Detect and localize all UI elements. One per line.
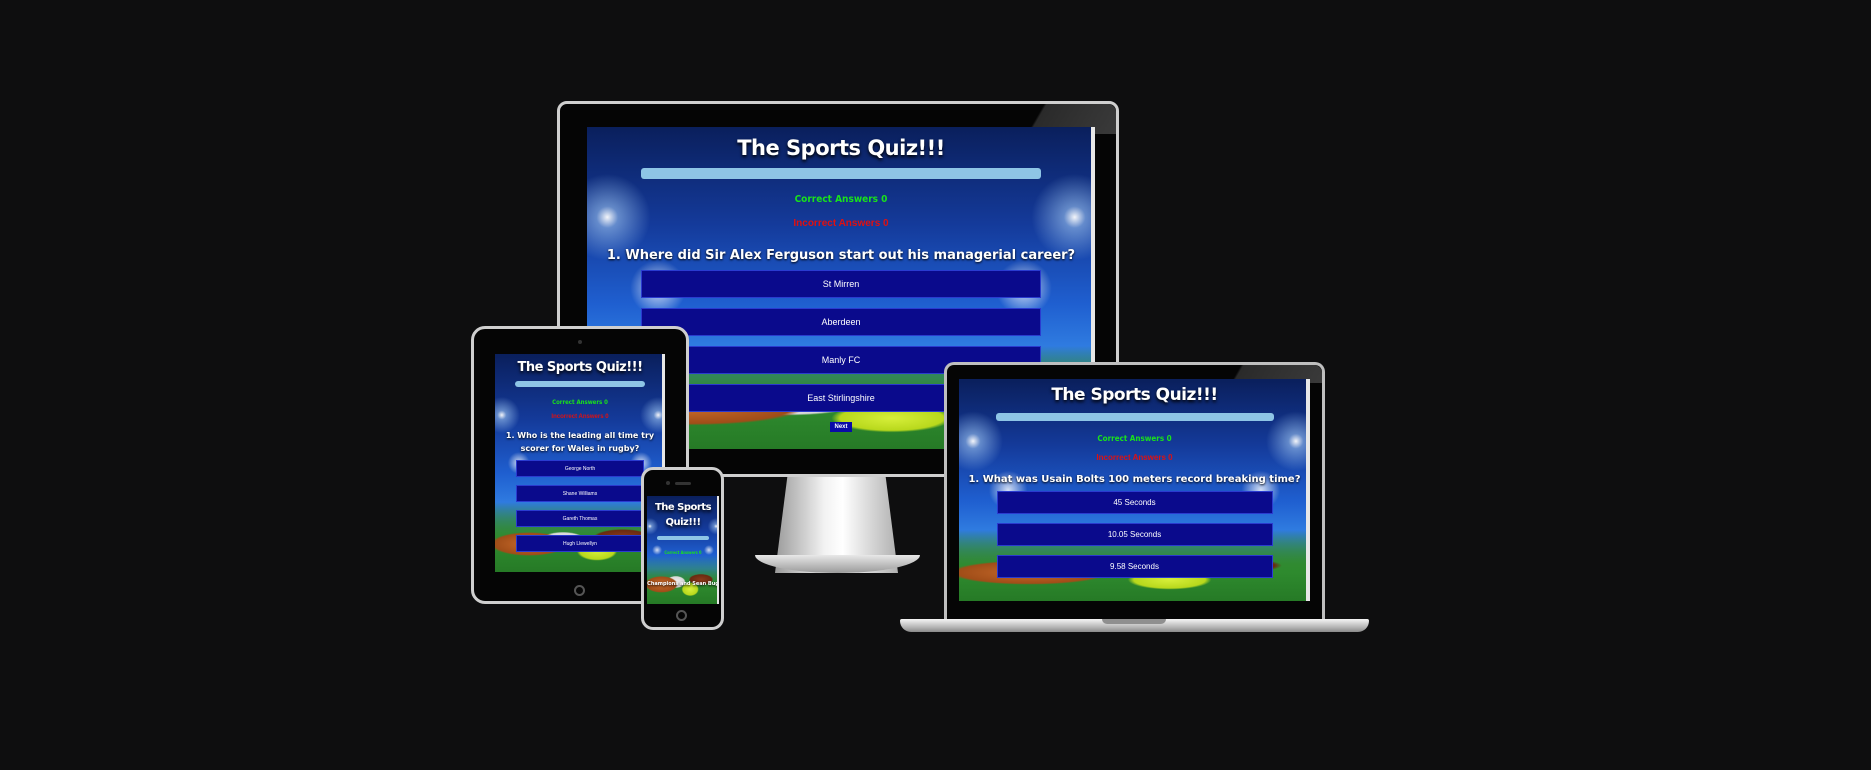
scrollbar[interactable] xyxy=(1306,379,1310,601)
speaker-icon xyxy=(675,482,691,485)
phone-screen: The Sports Quiz!!! Correct Answers 0 Cha… xyxy=(647,496,719,604)
page-title: The Sports Quiz!!! xyxy=(1051,385,1218,405)
correct-answers-counter: Correct Answers 0 xyxy=(664,550,702,555)
progress-bar xyxy=(657,536,709,540)
correct-answers-counter: Correct Answers 0 xyxy=(552,399,608,406)
incorrect-answers-counter: Incorrect Answers 0 xyxy=(1096,453,1173,462)
laptop-notch xyxy=(1102,619,1166,624)
camera-icon xyxy=(578,340,582,344)
next-button[interactable]: Next xyxy=(830,422,852,432)
progress-bar xyxy=(515,381,645,387)
progress-bar xyxy=(641,168,1041,179)
answer-button[interactable]: Hugh Llewellyn xyxy=(516,535,644,552)
question-text: 1. What was Usain Bolts 100 meters recor… xyxy=(968,474,1301,485)
question-text: 1. Who is the leading all time try score… xyxy=(505,431,655,453)
answer-button[interactable]: Aberdeen xyxy=(641,308,1041,336)
home-button[interactable] xyxy=(676,610,687,621)
answer-button[interactable]: Shane Williams xyxy=(516,485,644,502)
correct-answers-counter: Correct Answers 0 xyxy=(1097,434,1172,443)
laptop: The Sports Quiz!!! Correct Answers 0 Inc… xyxy=(944,362,1325,619)
answer-button[interactable]: 9.58 Seconds xyxy=(996,555,1273,578)
incorrect-answers-counter: Incorrect Answers 0 xyxy=(551,414,609,420)
answer-button[interactable]: 10.05 Seconds xyxy=(996,523,1273,546)
phone: The Sports Quiz!!! Correct Answers 0 Cha… xyxy=(641,467,724,630)
answer-button[interactable]: St Mirren xyxy=(641,270,1041,298)
scrollbar[interactable] xyxy=(717,496,719,604)
phone-quiz: The Sports Quiz!!! Correct Answers 0 Cha… xyxy=(647,496,719,604)
answer-button[interactable]: Gareth Thomas xyxy=(516,510,644,527)
correct-answers-counter: Correct Answers 0 xyxy=(794,194,888,205)
laptop-screen: The Sports Quiz!!! Correct Answers 0 Inc… xyxy=(959,379,1310,601)
answer-button[interactable]: 45 Seconds xyxy=(996,491,1273,514)
home-button[interactable] xyxy=(574,585,585,596)
page-title: The Sports Quiz!!! xyxy=(654,502,712,528)
tablet-quiz: The Sports Quiz!!! Correct Answers 0 Inc… xyxy=(495,354,665,572)
question-text: 1. Where did Sir Alex Ferguson start out… xyxy=(606,248,1076,263)
answer-button[interactable]: George North xyxy=(516,460,644,477)
page-title: The Sports Quiz!!! xyxy=(737,136,945,160)
tablet-screen: The Sports Quiz!!! Correct Answers 0 Inc… xyxy=(495,354,665,572)
incorrect-answers-counter: Incorrect Answers 0 xyxy=(793,218,889,229)
page-title: The Sports Quiz!!! xyxy=(517,360,643,375)
camera-icon xyxy=(666,481,670,485)
progress-bar xyxy=(995,413,1274,421)
footer-text: Champions and Sean Bug xyxy=(647,581,719,587)
laptop-quiz: The Sports Quiz!!! Correct Answers 0 Inc… xyxy=(959,379,1310,601)
